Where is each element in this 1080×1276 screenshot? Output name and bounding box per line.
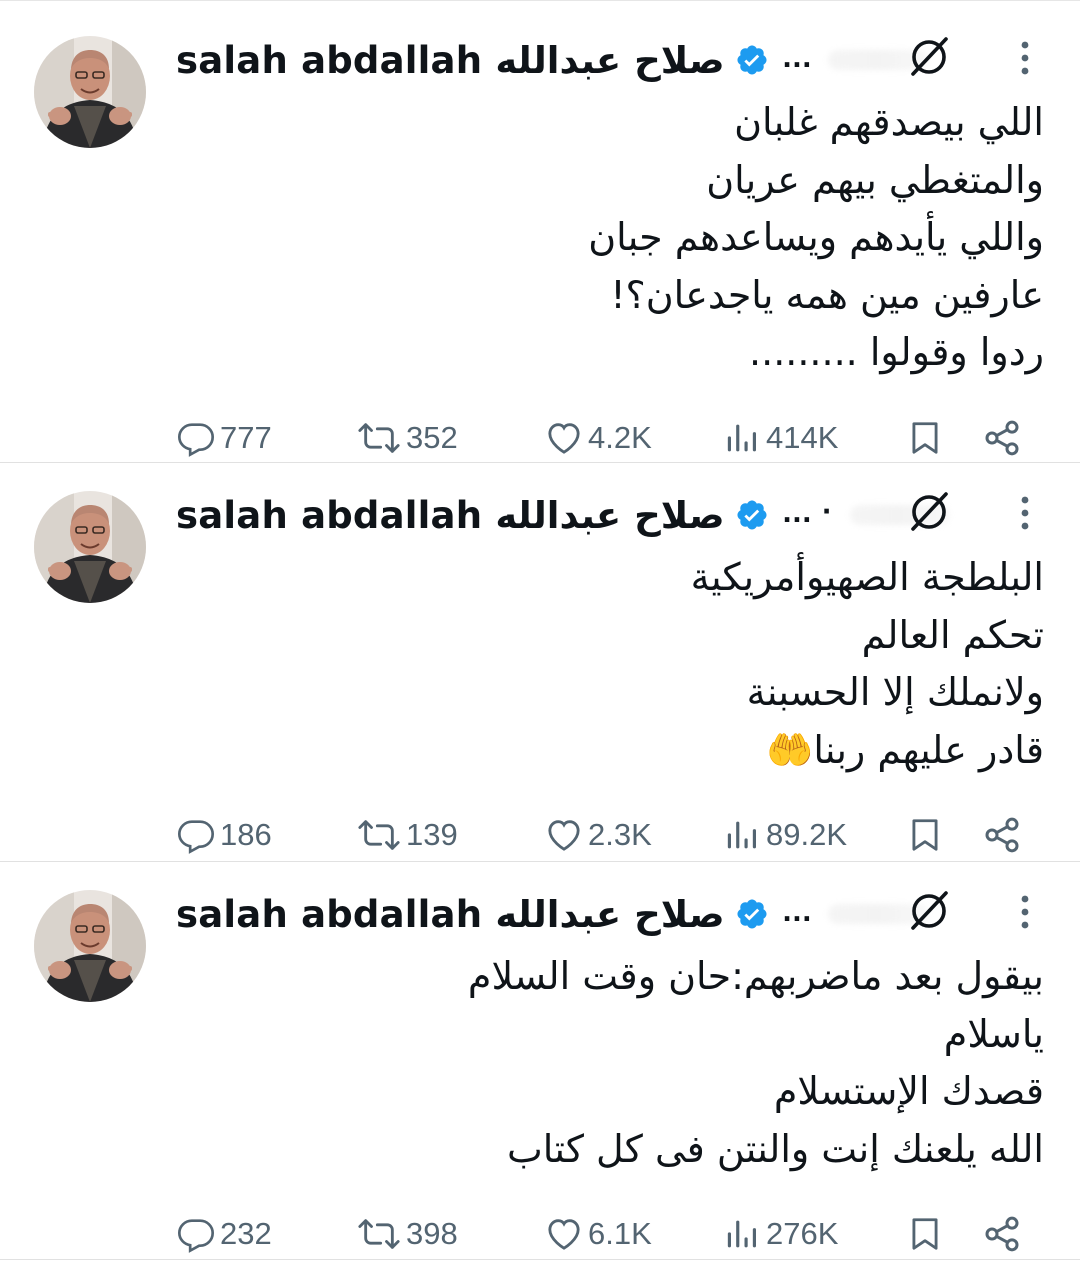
tweet-text-line: ياسلام — [943, 1011, 1044, 1056]
tweet-actions: 186 139 2.3K 89.2K — [176, 809, 1056, 861]
truncation-indicator: ... — [782, 891, 813, 928]
tweet-text-line: واللي يأيدهم ويساعدهم جبان — [588, 215, 1044, 259]
views-count: 89.2K — [766, 817, 848, 852]
reply-icon — [176, 1214, 216, 1254]
tweet-text: بيقول بعد ماضربهم:حان وقت السلام ياسلام قص… — [164, 948, 1044, 1178]
tweet-text-line: ولانملك إلا الحسبنة — [746, 670, 1044, 714]
truncation-indicator: ... · — [782, 492, 834, 529]
views-icon — [722, 815, 762, 855]
likes-count: 6.1K — [588, 1216, 652, 1251]
replies-count: 777 — [220, 419, 272, 455]
tweet-text-line: الله يلعنك إنت والنتن فى كل كتاب — [507, 1126, 1044, 1171]
bookmark-button[interactable] — [906, 809, 944, 861]
like-button[interactable]: 4.2K — [544, 412, 652, 464]
replies-count: 186 — [220, 817, 272, 852]
truncation-indicator: ... — [782, 37, 813, 74]
views-icon — [722, 418, 762, 458]
reposts-count: 398 — [406, 1216, 458, 1251]
like-button[interactable]: 6.1K — [544, 1208, 652, 1260]
views-button[interactable]: 276K — [722, 1208, 838, 1260]
reply-button[interactable]: 777 — [176, 412, 272, 464]
tweet-text-line: بيقول بعد ماضربهم:حان وقت السلام — [467, 954, 1044, 998]
share-button[interactable] — [982, 412, 1022, 464]
author-name[interactable]: salah abdallah صلاح عبدالله — [176, 39, 725, 82]
tweet-text-line: والمتغطي بيهم عريان — [706, 157, 1044, 202]
repost-icon — [356, 1214, 402, 1254]
top-divider — [0, 0, 1080, 7]
repost-button[interactable]: 139 — [356, 809, 458, 861]
share-button[interactable] — [982, 1208, 1022, 1260]
reply-icon — [176, 418, 216, 458]
share-button[interactable] — [982, 809, 1022, 861]
grok-icon[interactable] — [904, 884, 956, 936]
views-count: 276K — [766, 1216, 839, 1251]
author-name[interactable]: salah abdallah صلاح عبدالله — [176, 494, 725, 537]
bookmark-button[interactable] — [906, 412, 944, 464]
like-icon — [544, 418, 584, 458]
like-icon — [544, 815, 584, 855]
reply-icon — [176, 815, 216, 855]
bookmark-icon — [906, 418, 944, 458]
share-icon — [982, 418, 1022, 458]
tweet[interactable]: salah abdallah صلاح عبدالله ... بيقول بع… — [0, 862, 1080, 1260]
tweet-text: اللي بيصدقهم غلبان والمتغطي بيهم عريان وال… — [164, 94, 1044, 382]
more-vertical-icon[interactable] — [1010, 493, 1040, 533]
tweet[interactable]: salah abdallah صلاح عبدالله ... اللي بيص… — [0, 8, 1080, 463]
like-icon — [544, 1214, 584, 1254]
bookmark-button[interactable] — [906, 1208, 944, 1260]
views-button[interactable]: 89.2K — [722, 809, 847, 861]
tweet-text-line: تحكم العالم — [861, 612, 1044, 657]
reply-button[interactable]: 232 — [176, 1208, 272, 1260]
tweet-text-line: عارفين مين همه ياجدعان؟! — [610, 272, 1044, 317]
tweet-text-line: قادر عليهم ربنا🤲 — [766, 727, 1044, 772]
reposts-count: 139 — [406, 817, 458, 852]
avatar[interactable] — [34, 890, 146, 1002]
likes-count: 4.2K — [588, 419, 652, 455]
grok-icon[interactable] — [904, 485, 956, 537]
tweet-text: البلطجة الصهيوأمريكية تحكم العالم ولانملك … — [164, 549, 1044, 779]
verified-badge-icon — [735, 897, 769, 931]
views-icon — [722, 1214, 762, 1254]
share-icon — [982, 1214, 1022, 1254]
share-icon — [982, 815, 1022, 855]
more-vertical-icon[interactable] — [1010, 892, 1040, 932]
bookmark-icon — [906, 1214, 944, 1254]
avatar[interactable] — [34, 491, 146, 603]
likes-count: 2.3K — [588, 817, 652, 852]
tweet-text-line: ردوا وقولوا ......... — [749, 330, 1044, 374]
reply-button[interactable]: 186 — [176, 809, 272, 861]
repost-icon — [356, 418, 402, 458]
tweet-text-line: اللي بيصدقهم غلبان — [734, 100, 1044, 144]
tweet[interactable]: salah abdallah صلاح عبدالله ... · البلطج… — [0, 463, 1080, 862]
tweet-text-line: البلطجة الصهيوأمريكية — [690, 555, 1044, 599]
more-vertical-icon[interactable] — [1010, 38, 1040, 78]
replies-count: 232 — [220, 1216, 272, 1251]
author-name[interactable]: salah abdallah صلاح عبدالله — [176, 893, 725, 936]
verified-badge-icon — [735, 498, 769, 532]
repost-button[interactable]: 398 — [356, 1208, 458, 1260]
bookmark-icon — [906, 815, 944, 855]
verified-badge-icon — [735, 43, 769, 77]
grok-icon[interactable] — [904, 30, 956, 82]
tweet-text-line: قصدك الإستسلام — [773, 1069, 1044, 1113]
like-button[interactable]: 2.3K — [544, 809, 652, 861]
repost-button[interactable]: 352 — [356, 412, 458, 464]
repost-icon — [356, 815, 402, 855]
views-button[interactable]: 414K — [722, 412, 838, 464]
avatar[interactable] — [34, 36, 146, 148]
tweet-actions: 777 352 4.2K 414K — [176, 412, 1056, 464]
tweet-actions: 232 398 6.1K 276K — [176, 1208, 1056, 1260]
views-count: 414K — [766, 419, 839, 455]
reposts-count: 352 — [406, 419, 458, 455]
